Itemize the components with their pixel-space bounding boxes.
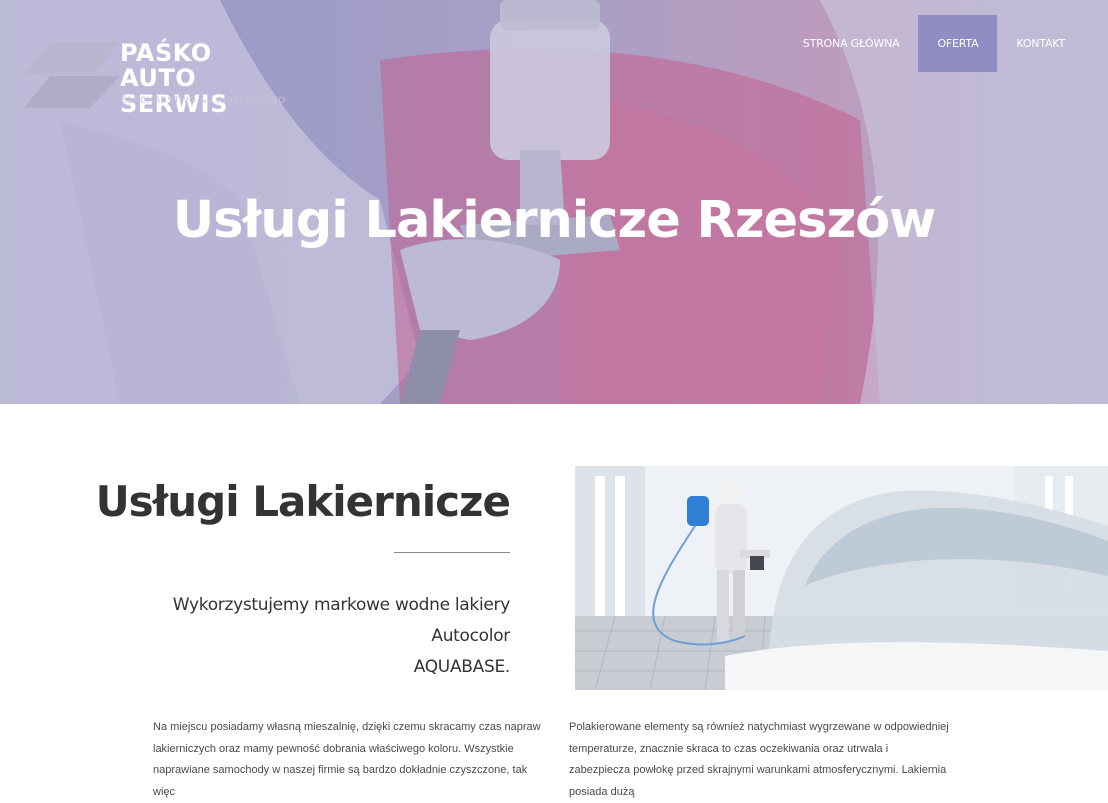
nav-item-contact[interactable]: KONTAKT bbox=[997, 15, 1084, 72]
nav-item-offer[interactable]: OFERTA bbox=[918, 15, 998, 72]
title-divider bbox=[394, 552, 510, 553]
logo-tagline: BLACHARSTWO & LAKIERNICTWO bbox=[121, 96, 286, 106]
logo-name-line1: PAŚKO bbox=[120, 39, 212, 67]
logo-mark-icon bbox=[24, 42, 120, 108]
site-logo[interactable]: PAŚKO AUTO SERWIS BLACHARSTWO & LAKIERNI… bbox=[24, 38, 294, 117]
hero-title: Usługi Lakiernicze Rzeszów bbox=[172, 191, 937, 251]
body-text-right: Polakierowane elementy są również natych… bbox=[569, 721, 949, 798]
lead-line-1: Wykorzystujemy markowe wodne lakiery Aut… bbox=[172, 595, 511, 646]
logo-name-line2: AUTO SERWIS bbox=[120, 64, 228, 118]
lead-line-2: AQUABASE. bbox=[413, 657, 511, 677]
nav-item-home[interactable]: STRONA GŁÓWNA bbox=[784, 15, 919, 72]
body-text-left: Na miejscu posiadamy własną mieszalnię, … bbox=[153, 721, 541, 798]
paint-booth-image bbox=[575, 466, 1108, 690]
main-nav: STRONA GŁÓWNA OFERTA KONTAKT bbox=[784, 15, 1084, 72]
section-title: Usługi Lakiernicze bbox=[95, 477, 511, 526]
hero-banner: PAŚKO AUTO SERWIS BLACHARSTWO & LAKIERNI… bbox=[0, 0, 1108, 404]
paint-booth-photo bbox=[575, 466, 1108, 690]
lead-text: Wykorzystujemy markowe wodne lakiery Aut… bbox=[100, 590, 511, 683]
